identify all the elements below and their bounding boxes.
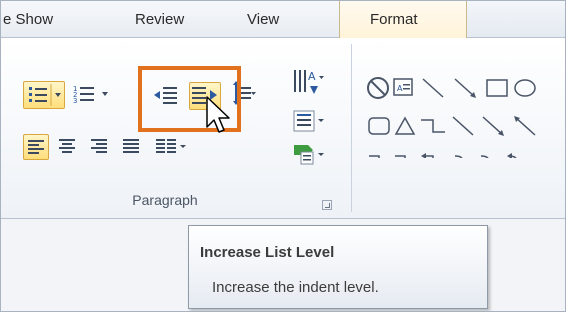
no-symbol-shape-icon [367,77,389,99]
elbow-connector-icon-2 [369,155,380,158]
text-direction-icon: A [294,70,324,94]
svg-text:3: 3 [73,97,77,105]
tab-slide-show[interactable]: e Show [3,11,53,28]
mouse-pointer-icon [206,96,230,133]
double-arrow-shape-icon [514,116,536,136]
rectangle-shape-icon [486,79,508,97]
align-right-button[interactable] [87,134,113,160]
align-text-button[interactable] [291,108,325,134]
smartart-icon [294,145,324,165]
arrow-shape-icon-2 [482,116,504,136]
align-left-icon [28,140,44,154]
triangle-shape-icon [394,116,416,135]
ribbon-tab-strip: e Show Review View [1,1,565,38]
text-direction-button[interactable]: A [291,66,325,100]
align-left-button[interactable] [23,134,49,160]
text-box-shape-icon: A [393,78,413,96]
app-window: e Show Review View Format 1 2 3 A Paragr… [0,0,566,312]
line-shape-icon-2 [452,116,474,136]
tab-view[interactable]: View [247,11,279,28]
convert-to-smartart-button[interactable] [291,140,325,168]
tab-format-label: Format [370,11,418,28]
svg-text:A: A [308,70,316,83]
justify-icon [123,139,139,153]
justify-button[interactable] [119,134,145,160]
columns-button[interactable] [153,134,189,160]
shapes-gallery[interactable]: A [357,38,566,158]
tab-strip-filler [467,1,565,37]
bullets-icon [29,84,61,106]
align-center-button[interactable] [55,134,81,160]
arrow-shape-icon [454,78,476,98]
curved-double-arrow-connector-icon [507,153,517,158]
tab-review[interactable]: Review [135,11,184,28]
elbow-double-arrow-connector-icon [421,153,434,158]
tooltip-description: Increase the indent level. [212,279,379,296]
line-shape-icon [422,78,444,98]
numbered-list-icon: 1 2 3 [73,85,108,105]
elbow-connector-icon [421,119,445,133]
rounded-rectangle-shape-icon [368,117,390,135]
curved-connector-icon [454,155,463,158]
numbering-button[interactable]: 1 2 3 [71,81,113,109]
paragraph-group-label: Paragraph [132,192,198,208]
align-center-icon [59,139,75,153]
ribbon-panel: 1 2 3 A Paragraph A [1,38,566,219]
dialog-launcher-icon[interactable] [322,200,332,210]
oval-shape-icon [514,79,536,97]
elbow-arrow-connector-icon [395,155,406,158]
tab-format[interactable]: Format [339,1,467,38]
bullets-button[interactable] [23,81,65,109]
tooltip-title: Increase List Level [200,244,335,261]
tooltip: Increase List Level Increase the indent … [188,225,488,309]
svg-text:A: A [397,84,403,93]
curved-arrow-connector-icon [480,155,489,158]
align-right-icon [91,139,107,153]
align-text-icon [293,110,324,132]
group-separator [351,44,352,212]
columns-icon [156,139,186,153]
